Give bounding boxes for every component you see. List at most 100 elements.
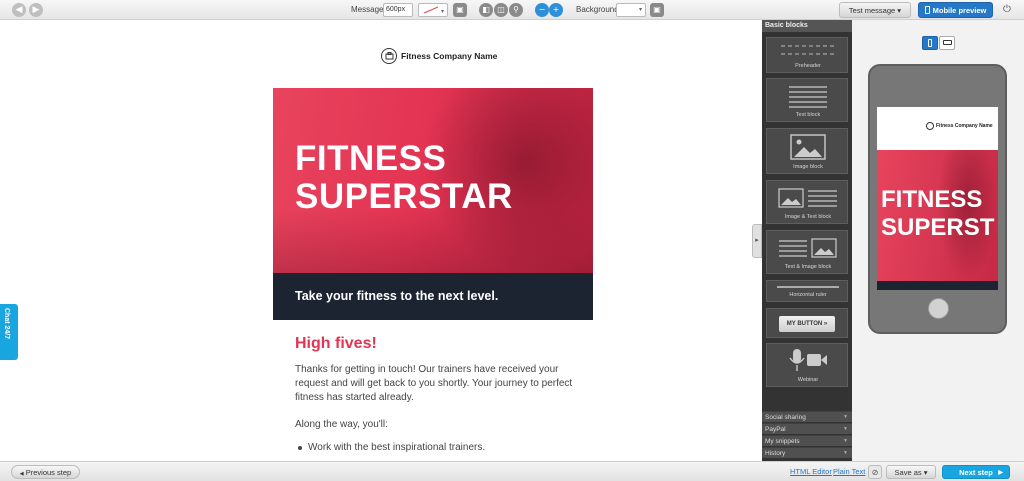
logo-icon — [926, 122, 934, 130]
hero-tagline: Take your fitness to the next level. — [295, 289, 499, 303]
block-label: Preheader — [795, 63, 821, 69]
block-text-image[interactable]: Text & Image block — [766, 230, 848, 274]
undo-icon[interactable]: ◀ — [12, 3, 26, 17]
image-text-block-icon — [778, 188, 837, 208]
hero-floor-shadow — [273, 208, 593, 273]
email-heading[interactable]: High fives! — [295, 335, 377, 353]
align-left-icon[interactable]: ◧ — [479, 3, 493, 17]
phone-hero-image: FITNESS SUPERST — [877, 150, 998, 281]
link-icon[interactable]: ⚲ — [509, 3, 523, 17]
top-toolbar: ◀ ▶ Message 600px ▾ ▣ ◧ ◫ ⚲ − + Backgrou… — [0, 0, 1024, 20]
company-logo[interactable]: Fitness Company Name — [381, 48, 497, 64]
chat-tab[interactable]: Chat 24/7 — [0, 304, 18, 360]
mobile-preview-button[interactable]: Mobile preview — [918, 2, 993, 18]
section-label: Social sharing — [765, 414, 806, 421]
hero-title-line1: FITNESS — [295, 139, 447, 178]
image-block-icon — [790, 134, 826, 160]
block-image[interactable]: Image block — [766, 128, 848, 174]
collapse-panel-handle[interactable]: ▸ — [752, 224, 762, 258]
hero-title-line2: SUPERSTAR — [295, 177, 513, 216]
text-block-icon — [789, 86, 827, 108]
border-style-select[interactable]: ▾ — [418, 3, 448, 17]
my-button-preview: MY BUTTON » — [779, 316, 835, 332]
bottom-bar: ◀ Previous step HTML Editor Plain Text ⊘… — [0, 461, 1024, 481]
svg-text:▾: ▾ — [441, 9, 444, 15]
image-icon[interactable]: ▣ — [453, 3, 467, 17]
redo-icon[interactable]: ▶ — [29, 3, 43, 17]
chevron-down-icon: ▼ — [843, 414, 848, 420]
portrait-mode-button[interactable] — [922, 36, 938, 50]
chevron-down-icon: ▼ — [843, 450, 848, 456]
email-bullet-list[interactable]: Work with the best inspirational trainer… — [298, 441, 485, 455]
block-horizontal-ruler[interactable]: Horizontal ruler — [766, 280, 848, 302]
phone-hero-title-line1: FITNESS — [881, 186, 983, 213]
blocks-panel-header: Basic blocks — [762, 20, 852, 32]
previous-step-button[interactable]: ◀ Previous step — [11, 465, 80, 479]
chevron-down-icon: ▾ — [638, 7, 642, 13]
email-editor: ◀ ▶ Message 600px ▾ ▣ ◧ ◫ ⚲ − + Backgrou… — [0, 0, 1024, 481]
block-label: Horizontal ruler — [789, 292, 827, 298]
blocks-panel: Basic blocks Preheader Text block Image … — [762, 20, 852, 461]
block-webinar[interactable]: Webinar — [766, 343, 848, 387]
previous-step-label: Previous step — [25, 468, 72, 477]
logo-icon — [381, 48, 397, 64]
phone-frame: Fitness Company Name FITNESS SUPERST — [868, 64, 1007, 334]
phone-company-name: Fitness Company Name — [936, 123, 993, 129]
chevron-left-icon: ◀ — [19, 471, 24, 477]
phone-company-logo: Fitness Company Name — [926, 122, 993, 130]
email-canvas[interactable]: Fitness Company Name FITNESS SUPERSTAR T… — [0, 20, 762, 461]
block-preheader[interactable]: Preheader — [766, 37, 848, 73]
webinar-icon — [789, 349, 827, 371]
power-icon[interactable]: ⏻ — [1000, 3, 1014, 17]
section-my-snippets[interactable]: My snippets ▼ — [762, 435, 852, 446]
phone-home-button — [928, 298, 949, 319]
next-step-button[interactable]: Next step ▶ — [942, 465, 1010, 479]
phone-tagline-band — [877, 281, 998, 290]
border-line-icon: ▾ — [423, 6, 444, 15]
hero-title: FITNESS SUPERSTAR — [295, 140, 513, 216]
background-image-icon[interactable]: ▣ — [650, 3, 664, 17]
block-text[interactable]: Text block — [766, 78, 848, 122]
block-image-text[interactable]: Image & Text block — [766, 180, 848, 224]
next-step-label: Next step — [959, 468, 993, 477]
background-color-select[interactable]: ▾ — [616, 3, 646, 17]
chevron-down-icon: ▼ — [843, 426, 848, 432]
mobile-preview-pane: Fitness Company Name FITNESS SUPERST — [852, 20, 1024, 461]
hero-tagline-band[interactable]: Take your fitness to the next level. — [273, 273, 593, 320]
chevron-down-icon: ▾ — [923, 468, 928, 477]
hero-image[interactable]: FITNESS SUPERSTAR — [273, 88, 593, 273]
html-editor-link[interactable]: HTML Editor — [790, 467, 832, 476]
section-label: PayPal — [765, 426, 786, 433]
save-as-button[interactable]: Save as ▾ — [886, 465, 936, 479]
message-width-value: 600px — [386, 6, 406, 13]
mobile-preview-label: Mobile preview — [932, 6, 987, 15]
chevron-right-icon: ▸ — [755, 237, 759, 244]
plain-text-link[interactable]: Plain Text — [833, 467, 865, 476]
test-message-button[interactable]: Test message ▾ — [839, 2, 911, 18]
message-label: Message — [351, 5, 384, 14]
block-label: Image block — [793, 164, 823, 170]
chevron-down-icon: ▼ — [843, 438, 848, 444]
list-item: Work with the best inspirational trainer… — [298, 441, 485, 455]
section-history[interactable]: History ▼ — [762, 447, 852, 458]
test-message-label: Test message — [848, 6, 896, 15]
attachment-icon[interactable]: ⊘ — [868, 465, 882, 479]
chevron-right-icon: ▶ — [998, 470, 1003, 476]
block-label: Webinar — [797, 377, 819, 383]
landscape-mode-button[interactable] — [939, 36, 955, 50]
phone-screen[interactable]: Fitness Company Name FITNESS SUPERST — [877, 107, 998, 290]
block-button[interactable]: MY BUTTON » — [766, 308, 848, 338]
block-label: Image & Text block — [784, 214, 832, 220]
landscape-icon — [943, 40, 952, 45]
zoom-in-icon[interactable]: + — [549, 3, 563, 17]
email-paragraph-2[interactable]: Along the way, you'll: — [295, 419, 388, 430]
message-width-input[interactable]: 600px — [383, 3, 413, 17]
section-social-sharing[interactable]: Social sharing ▼ — [762, 411, 852, 422]
chat-tab-label: Chat 24/7 — [3, 308, 10, 340]
email-paragraph[interactable]: Thanks for getting in touch! Our trainer… — [295, 363, 575, 405]
preheader-icon — [781, 45, 835, 55]
save-as-label: Save as — [894, 468, 922, 477]
align-center-icon[interactable]: ◫ — [494, 3, 508, 17]
zoom-out-icon[interactable]: − — [535, 3, 549, 17]
section-paypal[interactable]: PayPal ▼ — [762, 423, 852, 434]
